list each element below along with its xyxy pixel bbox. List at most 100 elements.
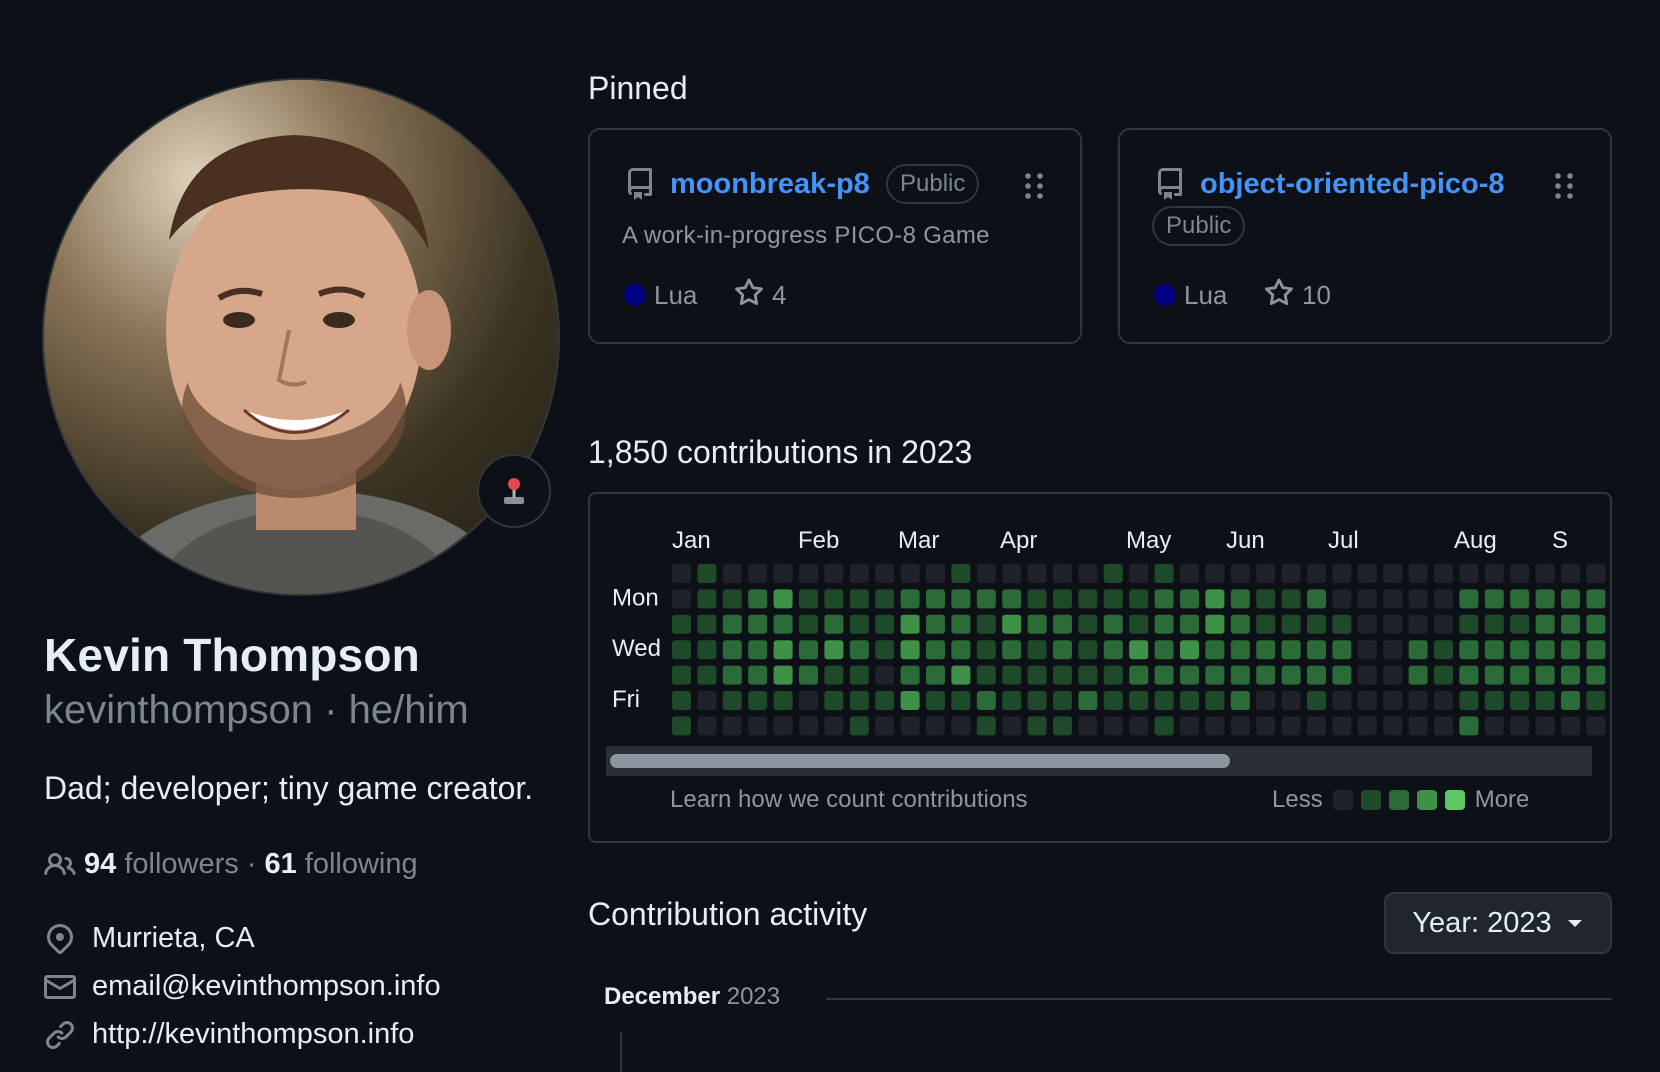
- contribution-day[interactable]: [773, 614, 793, 634]
- contribution-day[interactable]: [1535, 665, 1555, 685]
- contribution-day[interactable]: [1103, 665, 1123, 685]
- contribution-day[interactable]: [1180, 564, 1199, 583]
- contribution-day[interactable]: [1408, 614, 1428, 634]
- contribution-day[interactable]: [1459, 589, 1479, 609]
- star-icon[interactable]: [734, 278, 764, 308]
- contribution-day[interactable]: [1002, 640, 1022, 660]
- contribution-day[interactable]: [672, 564, 691, 583]
- contribution-day[interactable]: [1281, 640, 1301, 660]
- contribution-day[interactable]: [1383, 665, 1403, 685]
- contribution-day[interactable]: [1383, 716, 1403, 736]
- contribution-day[interactable]: [1332, 716, 1352, 736]
- contribution-day[interactable]: [1561, 716, 1580, 736]
- contribution-day[interactable]: [976, 691, 996, 710]
- contribution-day[interactable]: [976, 640, 996, 660]
- contribution-day[interactable]: [697, 589, 717, 609]
- contribution-day[interactable]: [1408, 691, 1428, 710]
- contribution-day[interactable]: [1053, 716, 1072, 736]
- contribution-day[interactable]: [900, 716, 920, 736]
- contribution-day[interactable]: [1281, 589, 1301, 609]
- contribution-day[interactable]: [697, 640, 717, 660]
- contribution-day[interactable]: [1154, 589, 1174, 609]
- contribution-day[interactable]: [1307, 640, 1326, 660]
- status-emoji-button[interactable]: [477, 454, 551, 528]
- contribution-day[interactable]: [900, 564, 920, 583]
- profile-email[interactable]: email@kevinthompson.info: [44, 970, 441, 1003]
- contribution-day[interactable]: [1357, 716, 1377, 736]
- star-icon[interactable]: [1264, 278, 1294, 308]
- contribution-day[interactable]: [1154, 716, 1174, 736]
- contribution-day[interactable]: [951, 716, 971, 736]
- profile-website[interactable]: http://kevinthompson.info: [44, 1018, 414, 1051]
- contribution-day[interactable]: [1154, 691, 1174, 710]
- scrollbar-thumb[interactable]: [610, 754, 1230, 768]
- contribution-day[interactable]: [1510, 564, 1530, 583]
- contribution-day[interactable]: [748, 614, 768, 634]
- contribution-day[interactable]: [1510, 716, 1530, 736]
- contribution-day[interactable]: [1307, 665, 1326, 685]
- contribution-day[interactable]: [748, 691, 768, 710]
- contribution-day[interactable]: [1357, 640, 1377, 660]
- contribution-day[interactable]: [1357, 665, 1377, 685]
- contribution-day[interactable]: [722, 564, 742, 583]
- contribution-day[interactable]: [773, 640, 793, 660]
- contribution-day[interactable]: [1408, 640, 1428, 660]
- contribution-day[interactable]: [1561, 640, 1580, 660]
- contribution-day[interactable]: [748, 716, 768, 736]
- contribution-day[interactable]: [1586, 691, 1606, 710]
- contribution-day[interactable]: [1180, 614, 1199, 634]
- contribution-day[interactable]: [1078, 665, 1098, 685]
- contribution-day[interactable]: [951, 640, 971, 660]
- contribution-day[interactable]: [1129, 716, 1149, 736]
- contribution-day[interactable]: [1281, 564, 1301, 583]
- contribution-day[interactable]: [1510, 614, 1530, 634]
- contribution-day[interactable]: [875, 614, 895, 634]
- contribution-day[interactable]: [926, 716, 945, 736]
- contribution-day[interactable]: [1078, 640, 1098, 660]
- contribution-day[interactable]: [697, 691, 717, 710]
- contribution-day[interactable]: [1180, 716, 1199, 736]
- profile-avatar[interactable]: [42, 78, 560, 596]
- learn-contributions-link[interactable]: Learn how we count contributions: [670, 786, 1028, 814]
- contribution-day[interactable]: [697, 716, 717, 736]
- contribution-day[interactable]: [1256, 614, 1276, 634]
- contribution-day[interactable]: [1256, 716, 1276, 736]
- contribution-day[interactable]: [1027, 691, 1047, 710]
- contribution-day[interactable]: [1510, 589, 1530, 609]
- contribution-day[interactable]: [951, 589, 971, 609]
- contribution-day[interactable]: [1459, 716, 1479, 736]
- contribution-day[interactable]: [926, 665, 945, 685]
- contribution-day[interactable]: [1078, 716, 1098, 736]
- contribution-day[interactable]: [951, 564, 971, 583]
- contribution-day[interactable]: [1459, 564, 1479, 583]
- contribution-day[interactable]: [1459, 665, 1479, 685]
- contribution-day[interactable]: [1281, 614, 1301, 634]
- contribution-day[interactable]: [1434, 691, 1453, 710]
- contribution-day[interactable]: [1205, 691, 1225, 710]
- contribution-day[interactable]: [1180, 589, 1199, 609]
- contribution-day[interactable]: [773, 665, 793, 685]
- contribution-day[interactable]: [1205, 589, 1225, 609]
- contribution-day[interactable]: [1434, 665, 1453, 685]
- contribution-day[interactable]: [926, 691, 945, 710]
- contribution-day[interactable]: [1230, 564, 1250, 583]
- contribution-day[interactable]: [1053, 614, 1072, 634]
- contribution-day[interactable]: [1484, 640, 1504, 660]
- drag-handle-icon[interactable]: [1022, 172, 1046, 200]
- contribution-day[interactable]: [951, 691, 971, 710]
- contribution-day[interactable]: [1408, 564, 1428, 583]
- contribution-day[interactable]: [1103, 716, 1123, 736]
- contribution-day[interactable]: [1053, 691, 1072, 710]
- contribution-day[interactable]: [1484, 716, 1504, 736]
- contribution-day[interactable]: [697, 665, 717, 685]
- contribution-day[interactable]: [849, 716, 869, 736]
- contribution-day[interactable]: [900, 691, 920, 710]
- contribution-day[interactable]: [1383, 691, 1403, 710]
- contribution-day[interactable]: [1383, 640, 1403, 660]
- contribution-day[interactable]: [1129, 564, 1149, 583]
- contribution-day[interactable]: [773, 564, 793, 583]
- contribution-day[interactable]: [1129, 665, 1149, 685]
- contribution-day[interactable]: [1307, 589, 1326, 609]
- contribution-day[interactable]: [849, 691, 869, 710]
- contribution-day[interactable]: [799, 640, 818, 660]
